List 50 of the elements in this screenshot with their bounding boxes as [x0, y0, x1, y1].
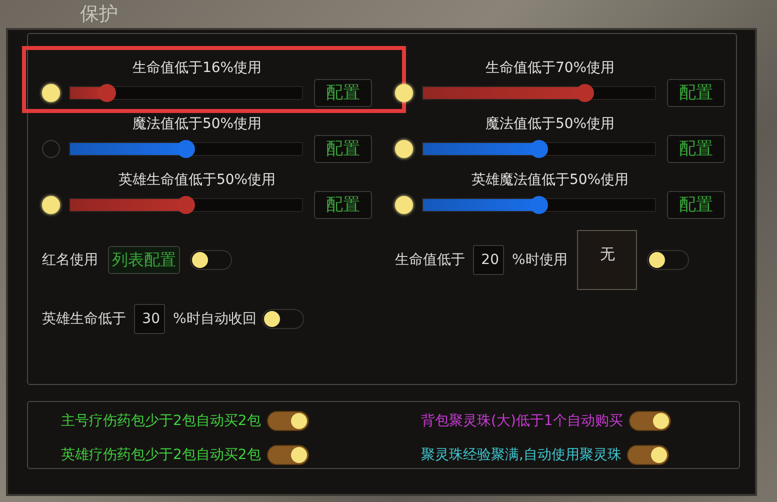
pk-name-use-label: 红名使用	[42, 250, 98, 270]
slider-track[interactable]	[422, 142, 656, 156]
config-button[interactable]: 配置	[667, 191, 725, 219]
number-field[interactable]: 30	[134, 304, 165, 334]
slider-label: 英雄魔法值低于50%使用	[470, 171, 630, 190]
slider-thumb[interactable]	[177, 196, 195, 214]
radio-dot[interactable]	[395, 84, 413, 102]
radio-dot[interactable]	[42, 140, 60, 158]
slider-track[interactable]	[69, 142, 303, 156]
toggle-switch[interactable]	[266, 445, 309, 465]
toggle-switch[interactable]	[627, 445, 670, 465]
config-button[interactable]: 配置	[314, 135, 372, 163]
hp-threshold-label: 生命值低于	[395, 250, 465, 270]
config-button[interactable]: 配置	[667, 135, 725, 163]
auto-buy-label: 主号疗伤药包少于2包自动买2包	[61, 412, 261, 430]
auto-buy-label: 聚灵珠经验聚满,自动使用聚灵珠	[421, 446, 622, 464]
toggle-switch[interactable]	[628, 411, 671, 431]
slider-thumb[interactable]	[530, 196, 548, 214]
slider-track[interactable]	[69, 198, 303, 212]
toggle-switch[interactable]	[266, 411, 309, 431]
slider-label: 魔法值低于50%使用	[484, 115, 616, 134]
slider-label: 英雄生命值低于50%使用	[117, 171, 277, 190]
slider-label: 魔法值低于50%使用	[131, 115, 263, 134]
number-field[interactable]: 20	[473, 245, 504, 275]
hp-threshold-suffix: %时使用	[512, 250, 568, 270]
radio-dot[interactable]	[395, 196, 413, 214]
hero-recall-suffix: %时自动收回	[173, 310, 256, 328]
slider-thumb[interactable]	[530, 140, 548, 158]
toggle-switch[interactable]	[190, 250, 232, 270]
toggle-switch[interactable]	[647, 250, 690, 270]
config-button[interactable]: 配置	[314, 79, 372, 107]
slider-thumb[interactable]	[98, 84, 116, 102]
list-config-button[interactable]: 列表配置	[108, 246, 180, 274]
radio-dot[interactable]	[395, 140, 413, 158]
slider-thumb[interactable]	[177, 140, 195, 158]
item-slot[interactable]: 无	[577, 230, 638, 290]
slider-track[interactable]	[422, 86, 656, 100]
slider-label: 生命值低于70%使用	[484, 59, 616, 78]
auto-buy-label: 背包聚灵珠(大)低于1个自动购买	[421, 412, 623, 430]
slider-track[interactable]	[422, 198, 656, 212]
slider-track[interactable]	[69, 86, 303, 100]
hero-recall-label: 英雄生命低于	[42, 310, 126, 328]
toggle-switch[interactable]	[262, 309, 304, 329]
radio-dot[interactable]	[42, 84, 60, 102]
auto-buy-label: 英雄疗伤药包少于2包自动买2包	[61, 446, 261, 464]
config-button[interactable]: 配置	[314, 191, 372, 219]
slider-thumb[interactable]	[576, 84, 594, 102]
radio-dot[interactable]	[42, 196, 60, 214]
config-button[interactable]: 配置	[667, 79, 725, 107]
slider-label: 生命值低于16%使用	[131, 59, 263, 78]
